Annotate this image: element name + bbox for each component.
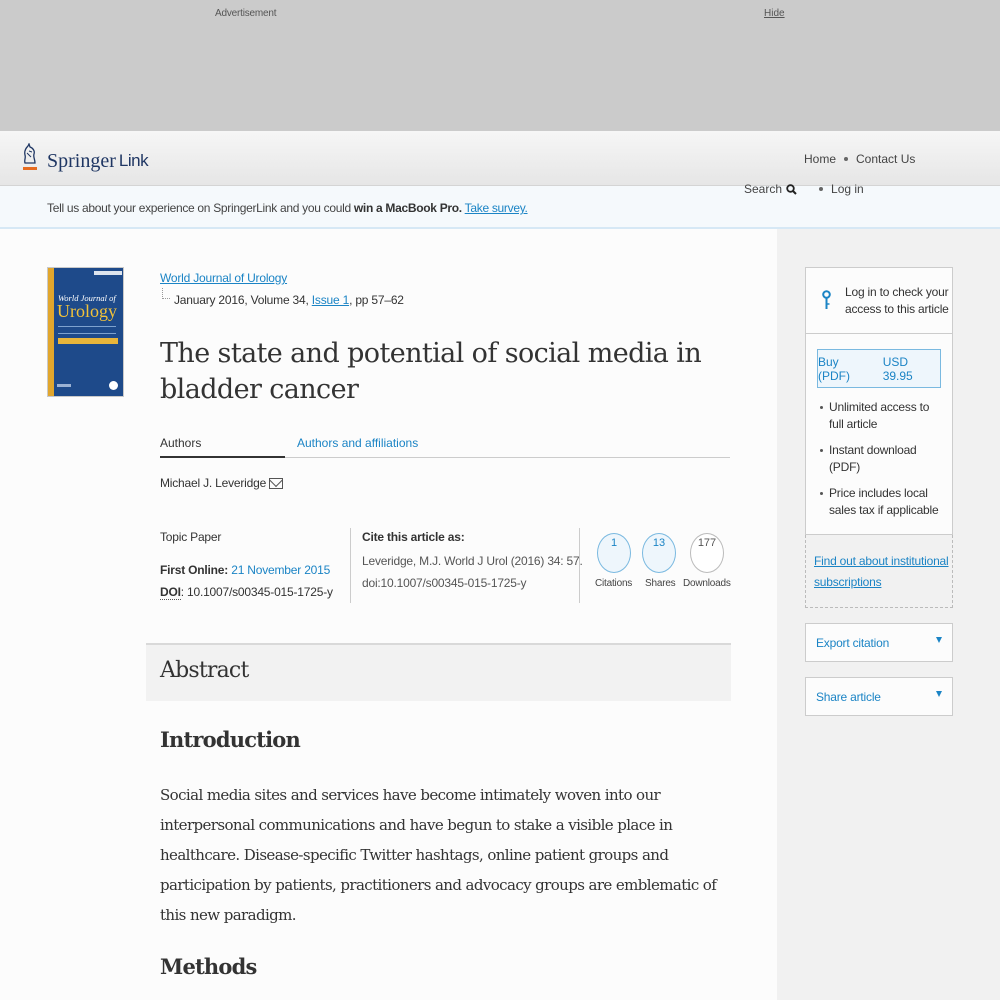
- cover-highlight-band: [58, 338, 118, 344]
- share-article-label: Share article: [816, 690, 881, 704]
- shares-label: Shares: [645, 578, 676, 589]
- secondary-nav: Search Log in: [744, 182, 864, 196]
- institutional-subscriptions-link[interactable]: Find out about institutional subscriptio…: [814, 551, 952, 593]
- benefit-item: Unlimited access to full article: [820, 399, 945, 433]
- buy-pdf-button[interactable]: Buy (PDF) USD 39.95: [817, 349, 941, 388]
- benefit-item: Instant download (PDF): [820, 442, 945, 476]
- search-icon: [786, 183, 797, 195]
- institutional-subscriptions-box: Find out about institutional subscriptio…: [805, 535, 953, 608]
- issue-pages: , pp 57–62: [349, 293, 404, 307]
- top-nav: Home Contact Us: [804, 152, 915, 166]
- cite-text: Leveridge, M.J. World J Urol (2016) 34: …: [362, 554, 583, 568]
- cover-society-emblem: [109, 381, 118, 390]
- cover-subtitle-lines: [58, 326, 116, 334]
- doi-value: : 10.1007/s00345-015-1725-y: [180, 585, 333, 599]
- author-tabs: Authors Authors and affiliations: [160, 434, 730, 458]
- journal-cover-image[interactable]: World Journal of Urology: [47, 267, 124, 397]
- nav-separator: [819, 187, 824, 191]
- citations-count[interactable]: 1: [597, 533, 631, 573]
- survey-prize: win a MacBook Pro.: [353, 201, 462, 215]
- issue-info: January 2016, Volume 34, Issue 1, pp 57–…: [174, 293, 404, 307]
- introduction-heading: Introduction: [160, 727, 301, 752]
- first-online-label: First Online:: [160, 563, 232, 577]
- survey-text: Tell us about your experience on Springe…: [47, 201, 354, 215]
- buy-label: Buy (PDF): [818, 354, 850, 383]
- shares-count[interactable]: 13: [642, 533, 676, 573]
- citation-block: Cite this article as: Leveridge, M.J. Wo…: [362, 530, 583, 594]
- introduction-text: Social media sites and services have bec…: [160, 786, 717, 924]
- journal-link[interactable]: World Journal of Urology: [160, 271, 287, 285]
- divider: [579, 528, 580, 603]
- downloads-label: Downloads: [683, 578, 731, 589]
- survey-message: Tell us about your experience on Springe…: [47, 201, 528, 215]
- tab-authors[interactable]: Authors: [160, 436, 285, 458]
- search-label: Search: [744, 182, 783, 196]
- email-icon[interactable]: [269, 477, 284, 489]
- abstract-heading: Abstract: [160, 658, 249, 683]
- citations-label: Citations: [595, 578, 633, 589]
- doi: DOI: 10.1007/s00345-015-1725-y: [160, 585, 333, 600]
- advertisement-label: Advertisement: [215, 8, 277, 19]
- article-title: The state and potential of social media …: [160, 338, 702, 405]
- search-button[interactable]: Search: [744, 182, 797, 196]
- logo-text-springer: Springer: [47, 150, 116, 172]
- cover-title-line2: Urology: [57, 301, 117, 321]
- login-to-check-access[interactable]: Log in to check your access to this arti…: [806, 268, 952, 334]
- nav-separator: [844, 157, 849, 161]
- author-entry: Michael J. Leveridge: [160, 476, 284, 490]
- nav-log-in[interactable]: Log in: [831, 182, 864, 196]
- methods-heading: Methods: [160, 954, 257, 979]
- springer-horse-icon: [20, 143, 42, 173]
- abstract-header: Abstract: [146, 643, 731, 701]
- nav-contact-us[interactable]: Contact Us: [856, 152, 915, 166]
- logo-text-link: Link: [118, 151, 149, 170]
- export-citation-dropdown[interactable]: Export citation: [805, 623, 953, 662]
- issue-date-volume: January 2016, Volume 34,: [174, 293, 312, 307]
- author-name[interactable]: Michael J. Leveridge: [160, 476, 266, 490]
- cover-publisher-mark: [57, 384, 71, 387]
- hide-ad-link[interactable]: Hide: [764, 8, 785, 19]
- tree-connector: [162, 288, 170, 299]
- first-online: First Online: 21 November 2015: [160, 563, 330, 577]
- downloads-count: 177: [690, 533, 724, 573]
- caret-down-icon: [936, 691, 942, 697]
- access-panel: Log in to check your access to this arti…: [805, 267, 953, 535]
- benefit-item: Price includes local sales tax if applic…: [820, 485, 945, 519]
- take-survey-link[interactable]: Take survey.: [465, 201, 528, 215]
- cite-heading: Cite this article as:: [362, 530, 465, 544]
- purchase-benefits: Unlimited access to full article Instant…: [820, 399, 945, 528]
- article-type: Topic Paper: [160, 530, 222, 544]
- nav-home[interactable]: Home: [804, 152, 836, 166]
- export-citation-label: Export citation: [816, 636, 890, 650]
- tab-authors-and-affiliations[interactable]: Authors and affiliations: [297, 436, 418, 450]
- key-icon: [822, 290, 831, 309]
- share-article-dropdown[interactable]: Share article: [805, 677, 953, 716]
- advertisement-banner: Advertisement Hide: [0, 0, 1000, 131]
- issue-link[interactable]: Issue 1: [312, 293, 349, 307]
- doi-label: DOI: [160, 585, 181, 600]
- springerlink-logo[interactable]: Springer Link: [20, 143, 149, 173]
- cite-doi: doi:10.1007/s00345-015-1725-y: [362, 576, 527, 590]
- cover-volume-strip: [94, 271, 122, 275]
- divider: [350, 528, 351, 603]
- cover-stripe: [48, 268, 54, 396]
- login-text: Log in to check your access to this arti…: [845, 285, 949, 316]
- caret-down-icon: [936, 637, 942, 643]
- price: USD 39.95: [882, 354, 913, 383]
- site-header: Springer Link Home Contact Us Search Log…: [0, 131, 1000, 196]
- first-online-date: 21 November 2015: [231, 563, 331, 577]
